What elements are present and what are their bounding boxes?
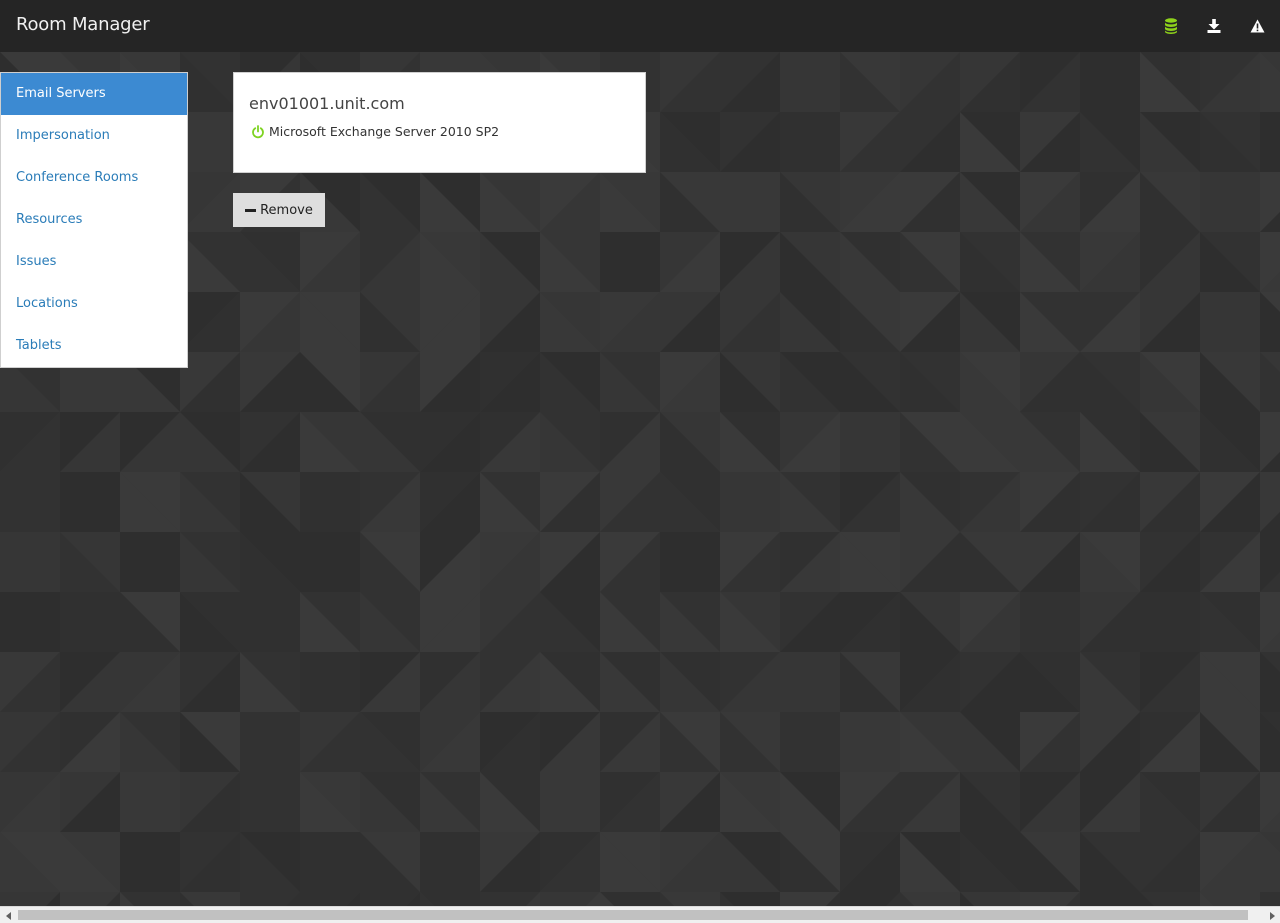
sidebar-item-email-servers[interactable]: Email Servers bbox=[1, 73, 187, 115]
server-version: Microsoft Exchange Server 2010 SP2 bbox=[269, 124, 500, 139]
top-bar: Room Manager bbox=[0, 0, 1280, 52]
sidebar-item-conference-rooms[interactable]: Conference Rooms bbox=[1, 157, 187, 199]
remove-button[interactable]: Remove bbox=[233, 193, 325, 227]
background-triangle bbox=[1260, 892, 1280, 906]
scroll-thumb[interactable] bbox=[18, 910, 1248, 920]
sidebar-item-locations[interactable]: Locations bbox=[1, 283, 187, 325]
remove-button-label: Remove bbox=[260, 202, 313, 218]
download-icon[interactable] bbox=[1204, 16, 1224, 36]
server-hostname: env01001.unit.com bbox=[249, 94, 405, 113]
sidebar-nav: Email Servers Impersonation Conference R… bbox=[0, 72, 188, 368]
sidebar-item-issues[interactable]: Issues bbox=[1, 241, 187, 283]
app-title: Room Manager bbox=[16, 14, 150, 35]
horizontal-scrollbar[interactable] bbox=[0, 906, 1280, 923]
warning-icon[interactable] bbox=[1247, 16, 1267, 36]
server-status: Microsoft Exchange Server 2010 SP2 bbox=[251, 124, 499, 139]
scroll-left-arrow-icon[interactable] bbox=[0, 907, 17, 923]
database-icon[interactable] bbox=[1161, 16, 1181, 36]
minus-icon bbox=[245, 208, 257, 212]
email-server-card[interactable]: env01001.unit.com Microsoft Exchange Ser… bbox=[233, 72, 646, 173]
sidebar-item-tablets[interactable]: Tablets bbox=[1, 325, 187, 367]
background-pattern bbox=[0, 52, 1280, 906]
sidebar-item-impersonation[interactable]: Impersonation bbox=[1, 115, 187, 157]
scroll-right-arrow-icon[interactable] bbox=[1263, 907, 1280, 923]
sidebar-item-resources[interactable]: Resources bbox=[1, 199, 187, 241]
power-icon bbox=[251, 124, 265, 139]
